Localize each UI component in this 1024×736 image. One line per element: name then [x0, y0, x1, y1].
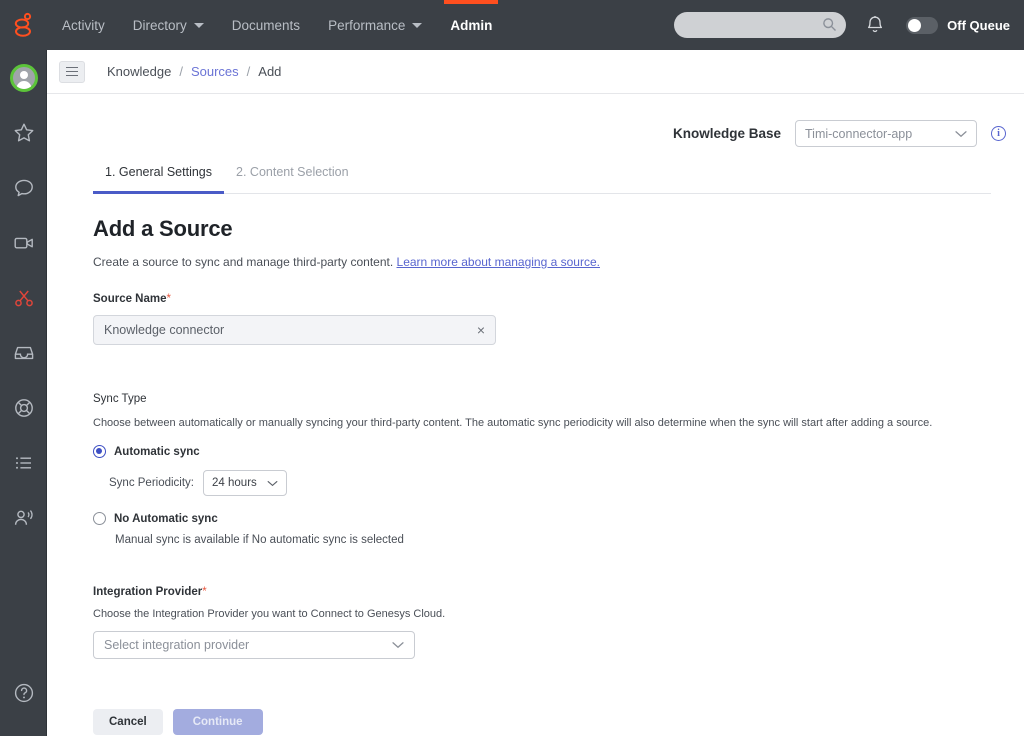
source-name-label-text: Source Name [93, 293, 167, 305]
knowledge-base-label: Knowledge Base [672, 126, 781, 141]
rail-item-help[interactable] [0, 665, 47, 720]
sync-type-description: Choose between automatically or manually… [93, 417, 933, 429]
lifebuoy-icon [12, 396, 36, 420]
main-content-area: Knowledge / Sources / Add Knowledge Base… [47, 50, 1024, 736]
info-circle-icon[interactable]: i [991, 126, 1006, 141]
sync-periodicity-row: Sync Periodicity: 24 hours [109, 470, 993, 496]
source-name-field[interactable]: × [93, 315, 496, 345]
rail-item-chat[interactable] [0, 160, 47, 215]
knowledge-base-select[interactable]: Timi-connector-app [795, 120, 977, 147]
nav-item-admin[interactable]: Admin [436, 0, 506, 50]
person-speaking-icon [12, 506, 36, 530]
inbox-tray-icon [12, 341, 36, 365]
nav-item-label: Activity [62, 17, 105, 33]
tab-general-settings[interactable]: 1. General Settings [93, 165, 225, 194]
chat-bubble-icon [12, 176, 36, 200]
top-navigation-bar: Activity Directory Documents Performance… [0, 0, 1024, 50]
notification-bell-icon[interactable] [866, 15, 884, 35]
integration-provider-placeholder: Select integration provider [104, 638, 250, 652]
radio-button-selected[interactable] [93, 445, 106, 458]
breadcrumb-item-sources[interactable]: Sources [191, 64, 239, 79]
scissors-icon [12, 286, 36, 310]
page-subtitle: Create a source to sync and manage third… [93, 255, 993, 269]
radio-label: No Automatic sync [114, 512, 218, 525]
page-title: Add a Source [93, 216, 233, 241]
source-name-input[interactable] [104, 323, 471, 337]
nav-item-performance[interactable]: Performance [314, 0, 436, 50]
page-subtitle-text: Create a source to sync and manage third… [93, 255, 394, 269]
rail-item-favorites[interactable] [0, 105, 47, 160]
knowledge-base-row: Knowledge Base Timi-connector-app i [47, 94, 1024, 147]
required-marker: * [166, 293, 171, 305]
page-content: Knowledge Base Timi-connector-app i 1. G… [47, 94, 1024, 735]
off-queue-label: Off Queue [947, 17, 1010, 33]
integration-provider-select[interactable]: Select integration provider [93, 631, 415, 659]
primary-nav-links: Activity Directory Documents Performance… [48, 0, 506, 50]
star-icon [12, 121, 36, 145]
sync-periodicity-label: Sync Periodicity: [109, 477, 195, 489]
nav-item-directory[interactable]: Directory [119, 0, 218, 50]
radio-no-automatic-sync[interactable]: No Automatic sync [93, 512, 993, 525]
cancel-button[interactable]: Cancel [93, 709, 163, 735]
breadcrumb-bar: Knowledge / Sources / Add [47, 50, 1024, 94]
knowledge-base-selected-value: Timi-connector-app [805, 126, 913, 141]
genesys-logo[interactable] [0, 0, 48, 50]
video-camera-icon [12, 231, 36, 255]
breadcrumb-separator: / [246, 64, 251, 79]
tab-label: 1. General Settings [105, 165, 213, 179]
chevron-down-icon [392, 641, 404, 649]
tab-content-selection[interactable]: 2. Content Selection [224, 165, 361, 193]
breadcrumb-item-add: Add [258, 64, 282, 79]
radio-button-unselected[interactable] [93, 512, 106, 525]
tab-label: 2. Content Selection [236, 165, 349, 179]
info-glyph: i [997, 128, 1000, 139]
chevron-down-icon [412, 22, 423, 28]
rail-item-list[interactable] [0, 435, 47, 490]
learn-more-link[interactable]: Learn more about managing a source. [397, 255, 600, 269]
integration-provider-description: Choose the Integration Provider you want… [93, 608, 446, 620]
chevron-down-icon [193, 22, 204, 28]
nav-item-documents[interactable]: Documents [218, 0, 314, 50]
rail-item-person-speaking[interactable] [0, 490, 47, 545]
rail-item-scissors[interactable] [0, 270, 47, 325]
manual-sync-note: Manual sync is available if No automatic… [115, 534, 404, 546]
source-name-label: Source Name* [93, 293, 993, 305]
hamburger-menu-icon[interactable] [59, 60, 85, 83]
integration-provider-label-text: Integration Provider [93, 586, 203, 598]
breadcrumb-separator: / [179, 64, 183, 79]
off-queue-toggle[interactable] [906, 16, 939, 34]
nav-item-label: Admin [450, 17, 493, 33]
form-actions: Cancel Continue [93, 709, 993, 735]
nav-right-cluster: Off Queue [674, 0, 1024, 50]
wizard-tabs: 1. General Settings 2. Content Selection [93, 165, 991, 194]
add-source-form: Add a Source Create a source to sync and… [93, 194, 993, 735]
rail-item-video[interactable] [0, 215, 47, 270]
chevron-down-icon [955, 130, 967, 138]
help-circle-icon [12, 681, 36, 705]
sync-periodicity-value: 24 hours [212, 477, 257, 489]
search-input[interactable] [674, 12, 847, 38]
list-icon [12, 451, 36, 475]
rail-item-avatar[interactable] [0, 50, 47, 105]
radio-label: Automatic sync [114, 445, 200, 458]
nav-item-activity[interactable]: Activity [48, 0, 119, 50]
left-icon-rail [0, 50, 47, 736]
clear-x-icon[interactable]: × [471, 323, 485, 337]
continue-button[interactable]: Continue [172, 709, 263, 735]
sync-type-title: Sync Type [93, 393, 147, 405]
required-marker: * [202, 586, 207, 598]
nav-item-label: Directory [132, 17, 187, 33]
chevron-down-icon [267, 480, 278, 487]
avatar-icon [9, 63, 38, 92]
radio-automatic-sync[interactable]: Automatic sync [93, 445, 993, 458]
global-search[interactable] [674, 12, 847, 38]
integration-provider-label: Integration Provider* [93, 586, 993, 598]
breadcrumb-item-knowledge[interactable]: Knowledge [107, 64, 171, 79]
nav-item-label: Performance [328, 17, 406, 33]
sync-periodicity-select[interactable]: 24 hours [203, 470, 287, 496]
nav-item-label: Documents [231, 17, 301, 33]
rail-item-inbox[interactable] [0, 325, 47, 380]
rail-item-support[interactable] [0, 380, 47, 435]
